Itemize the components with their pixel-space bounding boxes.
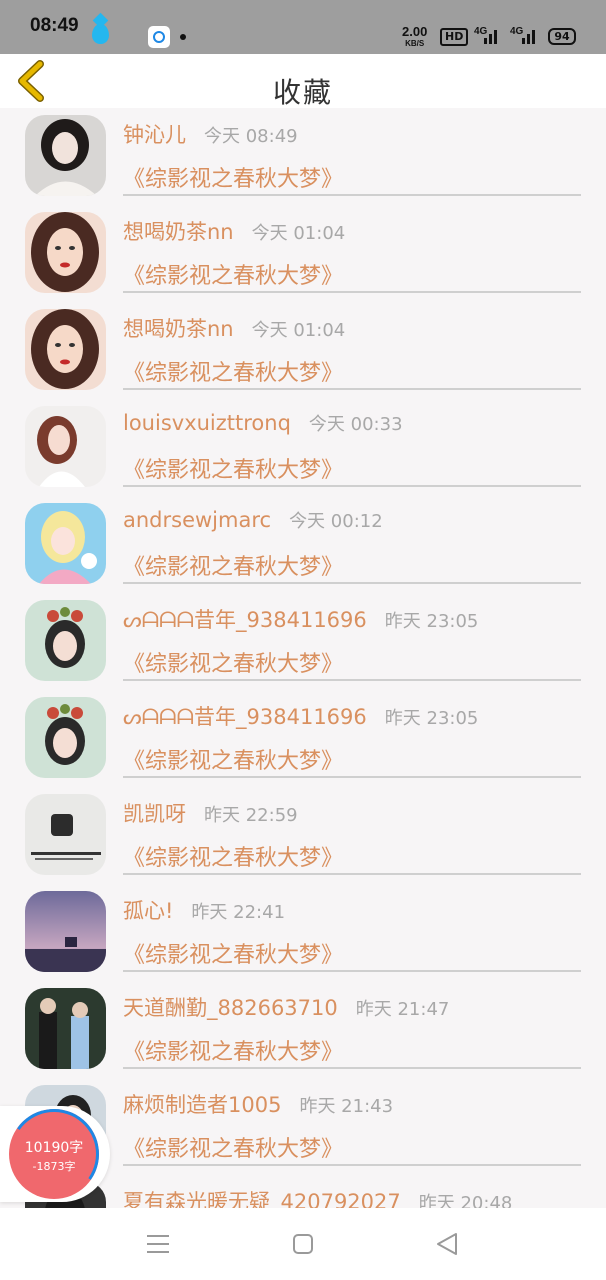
timestamp: 昨天 23:05: [384, 708, 479, 729]
timestamp: 昨天 22:41: [191, 902, 286, 923]
home-square-icon: [293, 1234, 313, 1254]
timestamp: 昨天 22:59: [204, 805, 298, 826]
divider: [123, 388, 581, 390]
user-name: 想喝奶茶nn 今天 01:04: [123, 220, 346, 244]
book-title[interactable]: 《综影视之春秋大梦》: [123, 355, 343, 387]
net-speed-unit: KB/S: [405, 39, 425, 48]
avatar[interactable]: [25, 794, 106, 875]
list-item[interactable]: louisvxuizttronq 今天 00:33 《综影视之春秋大梦》: [0, 399, 606, 496]
timestamp: 今天 01:04: [251, 223, 346, 244]
book-title[interactable]: 《综影视之春秋大梦》: [123, 549, 343, 581]
avatar[interactable]: [25, 115, 106, 196]
divider: [123, 679, 581, 681]
user-name: 钟沁儿 今天 08:49: [123, 123, 298, 147]
user-name: 想喝奶茶nn 今天 01:04: [123, 317, 346, 341]
header: 收藏: [0, 54, 606, 109]
user-name: andrsewjmarc 今天 00:12: [123, 508, 383, 532]
user-name: 夏有森光暖无疑_420792027 昨天 20:48: [123, 1186, 512, 1208]
favorites-list: 钟沁儿 今天 08:49 《综影视之春秋大梦》 想喝奶茶nn 今天 01:04 《综…: [0, 108, 606, 1208]
book-title[interactable]: 《综影视之春秋大梦》: [123, 743, 343, 775]
status-time: 08:49: [30, 15, 79, 36]
divider: [123, 582, 581, 584]
back-triangle-icon: [437, 1233, 457, 1255]
divider: [123, 776, 581, 778]
list-item[interactable]: 天道酬勤_882663710 昨天 21:47 《综影视之春秋大梦》: [0, 981, 606, 1078]
timestamp: 昨天 21:43: [299, 1096, 394, 1117]
divider: [123, 873, 581, 875]
divider: [123, 485, 581, 487]
divider: [123, 194, 581, 196]
system-back-button[interactable]: [432, 1230, 462, 1258]
net-speed: 2.00 KB/S: [402, 24, 428, 50]
list-item[interactable]: 凯凯呀 昨天 22:59 《综影视之春秋大梦》: [0, 787, 606, 884]
book-title[interactable]: 《综影视之春秋大梦》: [123, 452, 343, 484]
signal-4g-icon: [482, 26, 500, 44]
user-name: ᔕᗩᗩᗩ昔年_938411696 昨天 23:05: [123, 608, 479, 632]
avatar[interactable]: [25, 600, 106, 681]
avatar[interactable]: [25, 697, 106, 778]
menu-button[interactable]: [143, 1230, 173, 1258]
app-notification-icon: [148, 26, 170, 48]
timestamp: 昨天 21:47: [355, 999, 450, 1020]
navigation-bar: [0, 1208, 606, 1280]
list-item[interactable]: ᔕᗩᗩᗩ昔年_938411696 昨天 23:05 《综影视之春秋大梦》: [0, 690, 606, 787]
user-name: 天道酬勤_882663710 昨天 21:47: [123, 996, 450, 1020]
user-name: 孤心! 昨天 22:41: [123, 899, 286, 923]
list-item[interactable]: 想喝奶茶nn 今天 01:04 《综影视之春秋大梦》: [0, 205, 606, 302]
menu-icon: [147, 1235, 169, 1253]
avatar[interactable]: [25, 212, 106, 293]
timestamp: 今天 08:49: [204, 126, 298, 147]
list-item[interactable]: 孤心! 昨天 22:41 《综影视之春秋大梦》: [0, 884, 606, 981]
avatar[interactable]: [25, 891, 106, 972]
home-button[interactable]: [288, 1230, 318, 1258]
timestamp: 昨天 20:48: [418, 1193, 513, 1208]
divider: [123, 1067, 581, 1069]
divider: [123, 970, 581, 972]
battery-icon: 94: [548, 28, 576, 45]
notification-dot-icon: [180, 34, 186, 40]
book-title[interactable]: 《综影视之春秋大梦》: [123, 646, 343, 678]
timestamp: 今天 00:12: [289, 511, 383, 532]
timestamp: 昨天 23:05: [384, 611, 479, 632]
book-title[interactable]: 《综影视之春秋大梦》: [123, 840, 343, 872]
list-item[interactable]: 想喝奶茶nn 今天 01:04 《综影视之春秋大梦》: [0, 302, 606, 399]
water-drop-icon: [92, 24, 109, 44]
book-title[interactable]: 《综影视之春秋大梦》: [123, 1034, 343, 1066]
timestamp: 今天 00:33: [308, 414, 403, 435]
divider: [123, 291, 581, 293]
timestamp: 今天 01:04: [251, 320, 346, 341]
net-speed-value: 2.00: [402, 24, 428, 39]
user-name: louisvxuizttronq 今天 00:33: [123, 411, 403, 435]
book-title[interactable]: 《综影视之春秋大梦》: [123, 937, 343, 969]
book-title[interactable]: 《综影视之春秋大梦》: [123, 161, 343, 193]
list-item[interactable]: 钟沁儿 今天 08:49 《综影视之春秋大梦》: [0, 108, 606, 205]
avatar[interactable]: [25, 503, 106, 584]
list-item[interactable]: ᔕᗩᗩᗩ昔年_938411696 昨天 23:05 《综影视之春秋大梦》: [0, 593, 606, 690]
status-bar: 08:49 2.00 KB/S HD 4G 4G 94: [0, 0, 606, 54]
user-name: 凯凯呀 昨天 22:59: [123, 802, 298, 826]
avatar[interactable]: [25, 406, 106, 487]
signal-4g-icon-2: [520, 26, 538, 44]
user-name: ᔕᗩᗩᗩ昔年_938411696 昨天 23:05: [123, 705, 479, 729]
page-title: 收藏: [272, 76, 333, 109]
list-item[interactable]: andrsewjmarc 今天 00:12 《综影视之春秋大梦》: [0, 496, 606, 593]
divider: [123, 1164, 581, 1166]
hd-icon: HD: [440, 28, 469, 46]
avatar[interactable]: [25, 988, 106, 1069]
avatar[interactable]: [25, 309, 106, 390]
user-name: 麻烦制造者1005 昨天 21:43: [123, 1093, 394, 1117]
book-title[interactable]: 《综影视之春秋大梦》: [123, 1131, 343, 1163]
book-title[interactable]: 《综影视之春秋大梦》: [123, 258, 343, 290]
